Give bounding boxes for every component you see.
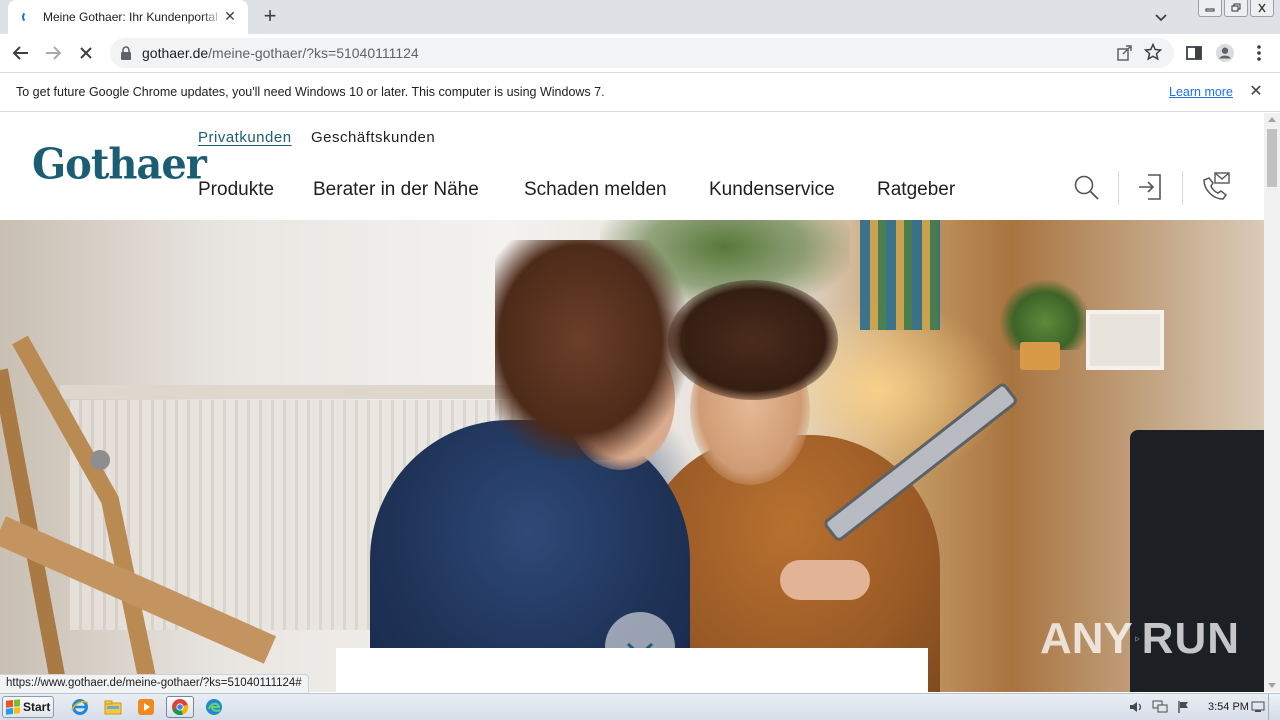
show-desktop-button[interactable]	[1268, 694, 1280, 720]
menu-kebab-icon[interactable]	[1249, 43, 1269, 63]
nav-ratgeber[interactable]: Ratgeber	[877, 179, 955, 201]
back-arrow-icon[interactable]	[10, 42, 32, 64]
anyrun-watermark: ANY RUN	[1040, 604, 1240, 674]
header-divider	[1118, 171, 1119, 205]
windows-taskbar: Start 3:54 PM	[0, 693, 1280, 720]
forward-arrow-icon[interactable]	[42, 42, 64, 64]
site-header: Gothaer Privatkunden Geschäftskunden Pro…	[0, 113, 1264, 220]
bookmark-star-icon[interactable]	[1143, 42, 1163, 61]
segment-geschaeftskunden[interactable]: Geschäftskunden	[311, 129, 435, 146]
tab-strip: Meine Gothaer: Ihr Kundenportal | G ✕ +	[0, 0, 1280, 34]
hero-hand	[780, 560, 870, 600]
windows-flag-icon	[6, 699, 20, 715]
hero-plant-pot	[1020, 342, 1060, 370]
share-icon[interactable]	[1116, 44, 1134, 62]
segment-privatkunden[interactable]: Privatkunden	[198, 129, 292, 146]
media-player-icon[interactable]	[132, 696, 160, 718]
page-viewport: Gothaer Privatkunden Geschäftskunden Pro…	[0, 113, 1264, 692]
scroll-up-arrow-icon[interactable]	[1268, 117, 1276, 122]
tab-close-icon[interactable]: ✕	[222, 8, 238, 24]
network-icon[interactable]	[1152, 699, 1168, 715]
tab-search-icon[interactable]	[1152, 8, 1170, 26]
nav-produkte[interactable]: Produkte	[198, 179, 274, 201]
hero-man-hair	[668, 280, 838, 400]
hero-picture-frame	[1086, 310, 1164, 370]
scrollbar-thumb[interactable]	[1267, 129, 1277, 187]
nav-schaden-melden[interactable]: Schaden melden	[524, 179, 667, 201]
start-button[interactable]: Start	[2, 696, 54, 718]
hero-books-decor	[860, 220, 940, 330]
search-icon[interactable]	[1070, 171, 1102, 203]
browser-toolbar: gothaer.de/meine-gothaer/?ks=51040111124	[0, 34, 1280, 72]
nav-kundenservice[interactable]: Kundenservice	[709, 179, 835, 201]
gothaer-logo[interactable]: Gothaer	[32, 140, 207, 189]
hero-woman-hair	[495, 240, 685, 460]
hero-small-plant	[1000, 280, 1090, 350]
chrome-icon[interactable]	[166, 696, 194, 718]
restore-button[interactable]	[1224, 0, 1248, 17]
infobar-close-icon[interactable]: ✕	[1247, 84, 1265, 100]
page-scrollbar[interactable]	[1264, 113, 1280, 692]
stop-loading-icon[interactable]	[75, 42, 97, 64]
scroll-down-arrow-icon[interactable]	[1268, 683, 1276, 688]
loading-spinner-icon	[22, 11, 34, 23]
learn-more-link[interactable]: Learn more	[1169, 85, 1233, 99]
volume-icon[interactable]	[1128, 699, 1144, 715]
notification-icon[interactable]	[1250, 699, 1266, 715]
minimize-button[interactable]	[1198, 0, 1222, 17]
login-icon[interactable]	[1134, 171, 1166, 203]
lock-icon[interactable]	[120, 46, 132, 60]
taskbar-clock[interactable]: 3:54 PM	[1208, 701, 1249, 713]
hero-image: ANY RUN	[0, 220, 1264, 692]
edge-icon[interactable]	[200, 696, 228, 718]
action-center-flag-icon[interactable]	[1176, 699, 1192, 715]
url-text[interactable]: gothaer.de/meine-gothaer/?ks=51040111124	[142, 45, 419, 61]
update-infobar: To get future Google Chrome updates, you…	[0, 72, 1280, 112]
address-bar[interactable]: gothaer.de/meine-gothaer/?ks=51040111124	[110, 38, 1174, 68]
link-status-bubble: https://www.gothaer.de/meine-gothaer/?ks…	[0, 674, 309, 693]
screen: Meine Gothaer: Ihr Kundenportal | G ✕ + …	[0, 0, 1280, 720]
hero-content-card	[336, 648, 928, 692]
window-controls	[1198, 0, 1274, 18]
header-divider	[1182, 171, 1183, 205]
side-panel-icon[interactable]	[1184, 43, 1204, 63]
file-explorer-icon[interactable]	[99, 696, 127, 718]
new-tab-button[interactable]: +	[258, 5, 282, 29]
tab-title: Meine Gothaer: Ihr Kundenportal | G	[43, 10, 223, 24]
profile-avatar-icon[interactable]	[1215, 43, 1235, 63]
hero-chair	[0, 335, 277, 692]
nav-berater[interactable]: Berater in der Nähe	[313, 179, 479, 201]
browser-tab[interactable]: Meine Gothaer: Ihr Kundenportal | G ✕	[8, 0, 248, 34]
play-triangle-icon	[1135, 636, 1140, 642]
close-window-button[interactable]	[1250, 0, 1274, 17]
contact-icon[interactable]	[1200, 171, 1232, 203]
internet-explorer-icon[interactable]	[66, 696, 94, 718]
infobar-message: To get future Google Chrome updates, you…	[16, 85, 605, 99]
start-label: Start	[23, 700, 51, 714]
